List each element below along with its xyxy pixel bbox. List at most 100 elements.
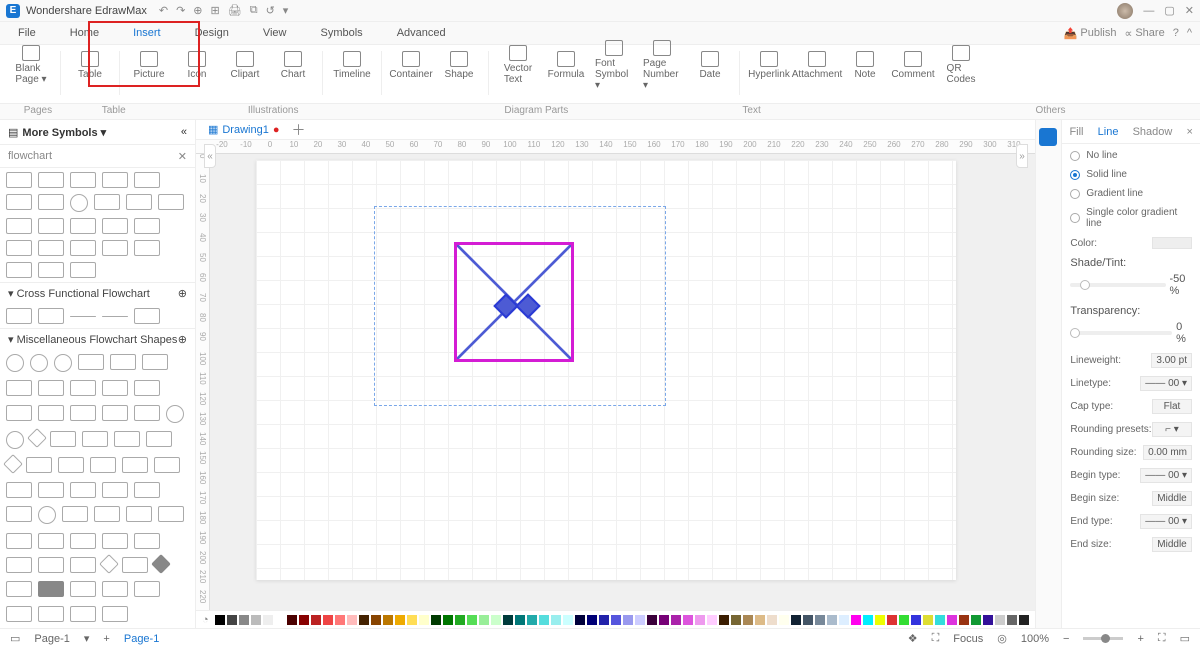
color-swatch[interactable]	[743, 615, 753, 625]
color-swatch[interactable]	[299, 615, 309, 625]
color-swatch[interactable]	[803, 615, 813, 625]
focus-label[interactable]: Focus	[953, 633, 983, 645]
shape-thumb[interactable]	[70, 557, 96, 573]
note-button[interactable]: Note	[846, 51, 884, 80]
shape-thumb[interactable]	[134, 308, 160, 324]
shape-thumb[interactable]	[122, 557, 148, 573]
color-swatch[interactable]	[899, 615, 909, 625]
shape-thumb[interactable]	[114, 431, 140, 447]
color-swatch[interactable]	[239, 615, 249, 625]
transparency-value[interactable]: 0 %	[1176, 321, 1192, 345]
color-swatch[interactable]	[227, 615, 237, 625]
collapse-left-icon[interactable]: «	[181, 126, 187, 138]
color-swatch[interactable]	[911, 615, 921, 625]
color-swatch[interactable]	[731, 615, 741, 625]
color-swatch[interactable]	[359, 615, 369, 625]
collapse-ribbon-icon[interactable]: ^	[1187, 27, 1192, 39]
color-swatch[interactable]	[611, 615, 621, 625]
shape-thumb[interactable]	[134, 380, 160, 396]
shape-thumb[interactable]	[38, 581, 64, 597]
refresh-icon[interactable]: ↺	[266, 4, 275, 17]
shape-thumb[interactable]	[102, 380, 128, 396]
share-button[interactable]: ∝ Share	[1124, 27, 1164, 40]
blank-page-button[interactable]: BlankPage ▾	[12, 45, 50, 85]
fullscreen-icon[interactable]: ⛶	[1158, 632, 1166, 645]
shape-thumb[interactable]	[134, 533, 160, 549]
color-swatch[interactable]	[455, 615, 465, 625]
shape-thumb[interactable]	[70, 533, 96, 549]
shape-thumb[interactable]	[70, 380, 96, 396]
shape-thumb[interactable]	[70, 482, 96, 498]
shape-thumb[interactable]	[70, 194, 88, 212]
plus-icon[interactable]: ⊕	[193, 4, 202, 17]
color-swatch[interactable]	[947, 615, 957, 625]
shape-thumb[interactable]	[70, 405, 96, 421]
shape-thumb[interactable]	[38, 308, 64, 324]
picture-button[interactable]: Picture	[130, 51, 168, 80]
lineweight-input[interactable]: 3.00 pt	[1151, 353, 1192, 368]
color-swatch[interactable]	[863, 615, 873, 625]
shape-thumb[interactable]	[70, 172, 96, 188]
shape-diamond-right[interactable]	[515, 293, 540, 318]
add-page-button[interactable]: +	[103, 633, 109, 645]
color-swatch[interactable]	[695, 615, 705, 625]
help-icon[interactable]: ?	[1173, 27, 1179, 39]
menu-file[interactable]: File	[18, 27, 36, 39]
color-swatch[interactable]	[587, 615, 597, 625]
icon-button[interactable]: Icon	[178, 51, 216, 80]
shape-thumb[interactable]	[158, 194, 184, 210]
color-swatch[interactable]	[443, 615, 453, 625]
shape-thumb[interactable]	[38, 240, 64, 256]
shape-thumb[interactable]	[6, 606, 32, 622]
shape-thumb[interactable]	[102, 240, 128, 256]
color-swatch[interactable]	[407, 615, 417, 625]
formula-button[interactable]: Formula	[547, 51, 585, 80]
color-swatch[interactable]	[719, 615, 729, 625]
prev-page-button[interactable]: ▾	[84, 632, 90, 645]
shape-thumb[interactable]	[102, 606, 128, 622]
color-swatch[interactable]	[683, 615, 693, 625]
export-icon[interactable]: ⧉	[250, 4, 258, 17]
shape-thumb[interactable]	[6, 262, 32, 278]
shape-thumb[interactable]	[78, 354, 104, 370]
menu-design[interactable]: Design	[195, 27, 229, 39]
shape-thumb[interactable]	[70, 606, 96, 622]
end-type-select[interactable]: —— 00 ▾	[1140, 514, 1192, 529]
color-swatch[interactable]	[479, 615, 489, 625]
vector-text-button[interactable]: VectorText	[499, 45, 537, 85]
radio-gradient-line[interactable]: Gradient line	[1070, 188, 1192, 199]
shape-thumb[interactable]	[70, 581, 96, 597]
color-swatch[interactable]	[659, 615, 669, 625]
font-symbol-button[interactable]: FontSymbol ▾	[595, 40, 633, 91]
shape-thumb[interactable]	[50, 431, 76, 447]
radio-single-gradient-line[interactable]: Single color gradient line	[1070, 207, 1192, 229]
shape-thumb[interactable]	[38, 194, 64, 210]
add-section-icon[interactable]: ⊕	[178, 287, 187, 300]
add-tab-button[interactable]: ＋	[291, 120, 305, 140]
shape-thumb[interactable]	[126, 194, 152, 210]
search-input[interactable]: flowchart	[8, 150, 52, 162]
color-swatch[interactable]	[539, 615, 549, 625]
begin-size-select[interactable]: Middle	[1152, 491, 1192, 506]
shape-thumb[interactable]	[102, 172, 128, 188]
shape-thumb[interactable]	[6, 533, 32, 549]
color-swatch[interactable]	[815, 615, 825, 625]
shape-thumb[interactable]	[134, 482, 160, 498]
color-swatch[interactable]	[959, 615, 969, 625]
print-icon[interactable]: 🖨	[228, 4, 242, 17]
color-swatch[interactable]	[215, 615, 225, 625]
shape-thumb[interactable]	[151, 554, 171, 574]
more-icon[interactable]: ▾	[283, 4, 289, 17]
shape-thumb[interactable]	[134, 405, 160, 421]
focus-icon[interactable]: ⛶	[932, 632, 940, 645]
tab-fill[interactable]: Fill	[1069, 126, 1083, 138]
chart-button[interactable]: Chart	[274, 51, 312, 80]
shape-thumb[interactable]	[38, 606, 64, 622]
shape-thumb[interactable]	[154, 457, 180, 473]
shape-thumb[interactable]	[6, 506, 32, 522]
shape-thumb[interactable]	[30, 354, 48, 372]
color-swatch[interactable]	[491, 615, 501, 625]
color-swatch[interactable]	[419, 615, 429, 625]
color-swatch[interactable]	[503, 615, 513, 625]
menu-home[interactable]: Home	[70, 27, 99, 39]
